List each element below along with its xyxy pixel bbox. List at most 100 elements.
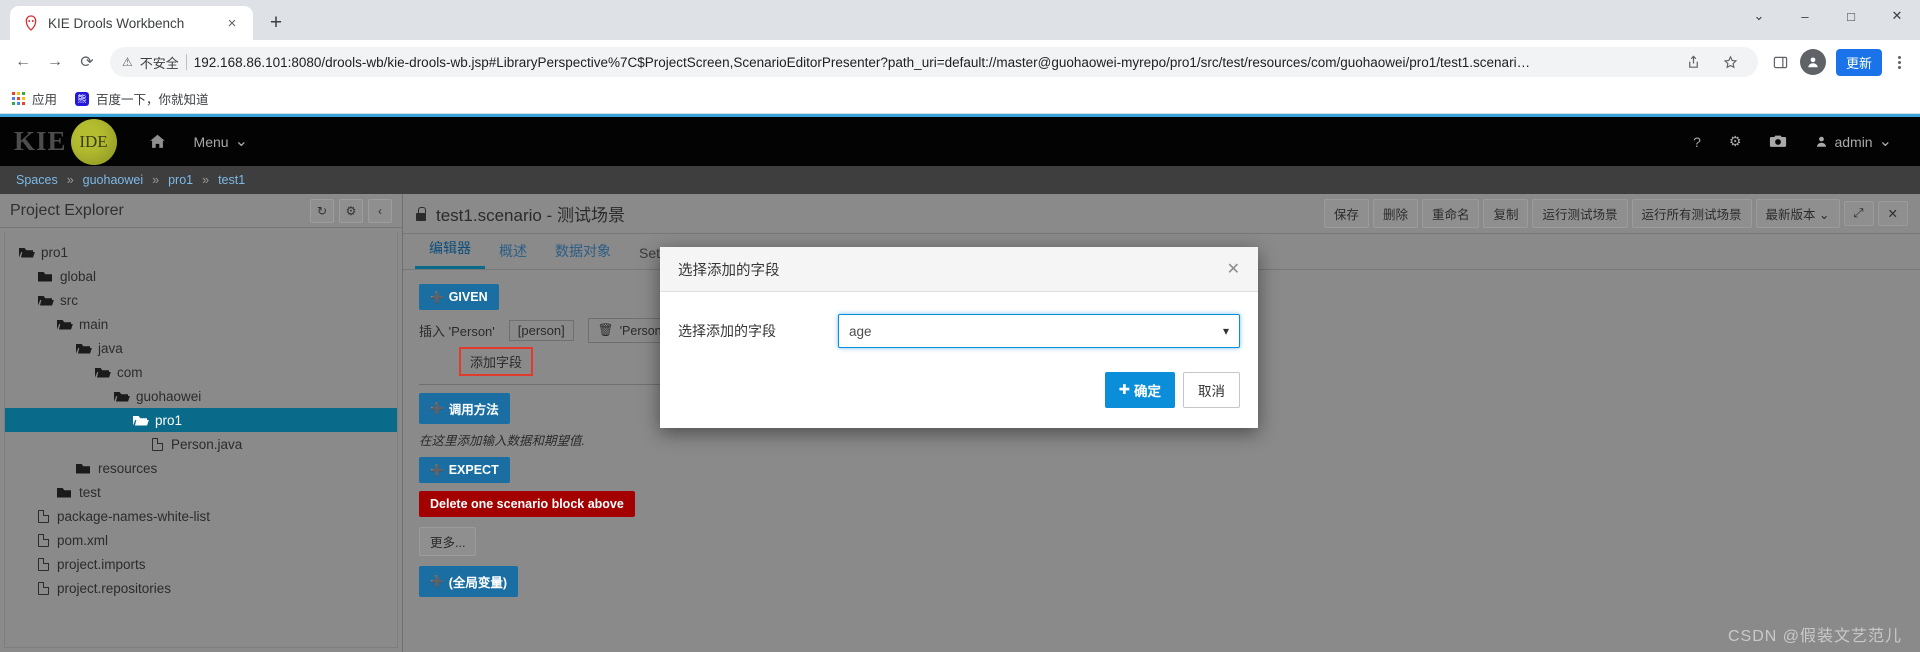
version-dropdown[interactable]: 最新版本 ⌄ (1755, 199, 1840, 228)
tree-node-label: pom.xml (57, 532, 109, 548)
folder-open-icon (95, 367, 109, 378)
bookmark-star-icon[interactable] (1716, 47, 1746, 77)
tab-strip: KIE Drools Workbench × + ⌄ – □ ✕ (0, 0, 1920, 40)
bookmark-baidu[interactable]: 熊 百度一下，你就知道 (75, 89, 209, 108)
settings-button[interactable]: ⚙ (339, 198, 363, 223)
given-button[interactable]: ➕ GIVEN (419, 284, 499, 310)
window-chevron-icon[interactable]: ⌄ (1736, 0, 1782, 32)
app-header: KIE IDE Menu ⌄ ? ⚙ admin ⌄ (0, 114, 1920, 166)
tab-data-objects[interactable]: 数据对象 (541, 241, 625, 269)
browser-tab[interactable]: KIE Drools Workbench × (10, 6, 253, 40)
watermark: CSDN @假装文艺范儿 (1727, 628, 1902, 645)
menu-button[interactable]: Menu ⌄ (180, 116, 262, 168)
field-select[interactable]: age ▾ (838, 314, 1240, 348)
window-close-button[interactable]: ✕ (1874, 0, 1920, 32)
address-bar[interactable]: ⚠ 不安全 192.168.86.101:8080/drools-wb/kie-… (110, 47, 1758, 77)
tree-node[interactable]: pro1 (5, 240, 397, 264)
copy-button[interactable]: 复制 (1483, 199, 1529, 228)
tree-node[interactable]: global (5, 264, 397, 288)
bookmark-apps-label: 应用 (32, 93, 58, 107)
breadcrumb-item-spaces[interactable]: Spaces (16, 173, 58, 187)
profile-avatar[interactable] (1799, 49, 1826, 75)
tree-node[interactable]: project.imports (5, 552, 397, 576)
breadcrumb-separator: » (202, 173, 210, 187)
bookmark-baidu-label: 百度一下，你就知道 (96, 93, 209, 107)
tree-node[interactable]: package-names-white-list (5, 504, 397, 528)
bookmark-apps[interactable]: 应用 (12, 89, 57, 108)
bookmarks-bar: 应用 熊 百度一下，你就知道 (0, 84, 1920, 114)
tree-node[interactable]: java (5, 336, 397, 360)
tab-close-icon[interactable]: × (221, 12, 243, 34)
rename-button[interactable]: 重命名 (1421, 199, 1480, 228)
update-button[interactable]: 更新 (1835, 48, 1882, 76)
close-icon[interactable]: ✕ (1227, 259, 1240, 279)
back-icon[interactable]: ← (8, 47, 38, 77)
delete-scenario-block-button[interactable]: Delete one scenario block above (419, 491, 635, 517)
tree-node[interactable]: com (5, 360, 397, 384)
kebab-menu-icon[interactable] (1886, 55, 1912, 69)
confirm-label: 确定 (1134, 384, 1161, 399)
user-menu[interactable]: admin ⌄ (1801, 116, 1906, 168)
tab-overview[interactable]: 概述 (485, 241, 541, 269)
cancel-button[interactable]: 取消 (1183, 372, 1240, 408)
file-icon (38, 581, 49, 595)
user-label: admin (1834, 133, 1873, 150)
run-scenario-button[interactable]: 运行测试场景 (1532, 199, 1628, 228)
call-method-button[interactable]: ➕ 调用方法 (419, 393, 510, 424)
dialog-title: 选择添加的字段 (678, 262, 780, 279)
home-icon[interactable] (135, 116, 180, 168)
share-icon[interactable] (1679, 47, 1709, 77)
field-select-value: age (849, 323, 872, 339)
refresh-button[interactable]: ↻ (310, 198, 334, 223)
menu-label: Menu (193, 133, 229, 150)
person-tag[interactable]: [person] (508, 320, 574, 341)
run-all-scenarios-button[interactable]: 运行所有测试场景 (1631, 199, 1752, 228)
tree-node-label: src (60, 292, 78, 308)
help-icon[interactable]: ? (1679, 116, 1715, 168)
tree-node[interactable]: main (5, 312, 397, 336)
tree-node[interactable]: Person.java (5, 432, 397, 456)
forward-icon[interactable]: → (40, 47, 70, 77)
tree-node-label: pro1 (155, 412, 183, 428)
breadcrumb-item-guohaowei[interactable]: guohaowei (83, 173, 143, 187)
tree-node[interactable]: test (5, 480, 397, 504)
kie-logo[interactable]: KIE (14, 126, 67, 157)
camera-icon[interactable] (1755, 116, 1801, 168)
breadcrumb-item-test1[interactable]: test1 (218, 173, 245, 187)
field-label: 选择添加的字段 (678, 323, 776, 339)
close-icon[interactable]: ✕ (1877, 201, 1908, 226)
breadcrumb-separator: » (152, 173, 160, 187)
add-field-button[interactable]: 添加字段 (459, 347, 534, 376)
tree-node-label: main (79, 316, 109, 332)
tree-node-label: guohaowei (136, 388, 202, 404)
save-button[interactable]: 保存 (1323, 199, 1369, 228)
window-maximize-button[interactable]: □ (1828, 0, 1874, 32)
tree-node[interactable]: pom.xml (5, 528, 397, 552)
tree-node[interactable]: project.repositories (5, 576, 397, 600)
tree-node[interactable]: guohaowei (5, 384, 397, 408)
global-variable-button[interactable]: ➕ (全局变量) (419, 566, 519, 597)
expect-button[interactable]: ➕ EXPECT (419, 457, 510, 483)
reload-icon[interactable]: ⟳ (72, 47, 102, 77)
delete-button[interactable]: 删除 (1372, 199, 1418, 228)
project-tree: pro1 global src main java com guohaowei pro1 Per… (4, 232, 398, 648)
window-minimize-button[interactable]: – (1782, 0, 1828, 32)
project-explorer-panel: Project Explorer ↻ ⚙ ‹ pro1 global src main… (0, 194, 403, 652)
tree-node-label: package-names-white-list (57, 508, 211, 524)
tree-node[interactable]: resources (5, 456, 397, 480)
tree-node[interactable]: pro1 (5, 408, 397, 432)
confirm-button[interactable]: ✚ 确定 (1104, 372, 1175, 408)
expand-icon[interactable]: ⤢ (1843, 201, 1874, 226)
collapse-button[interactable]: ‹ (368, 198, 392, 223)
trash-icon[interactable]: 🗑 (598, 323, 614, 338)
side-panel-icon[interactable] (1766, 47, 1796, 77)
new-tab-button[interactable]: + (259, 6, 293, 40)
tab-editor[interactable]: 编辑器 (415, 238, 485, 269)
breadcrumb-item-pro1[interactable]: pro1 (168, 173, 193, 187)
user-icon (1817, 136, 1827, 147)
gear-icon[interactable]: ⚙ (1715, 116, 1756, 168)
window-controls: ⌄ – □ ✕ (1736, 0, 1920, 40)
more-button[interactable]: 更多... (419, 527, 477, 556)
tree-node[interactable]: src (5, 288, 397, 312)
given-label: GIVEN (448, 290, 488, 304)
